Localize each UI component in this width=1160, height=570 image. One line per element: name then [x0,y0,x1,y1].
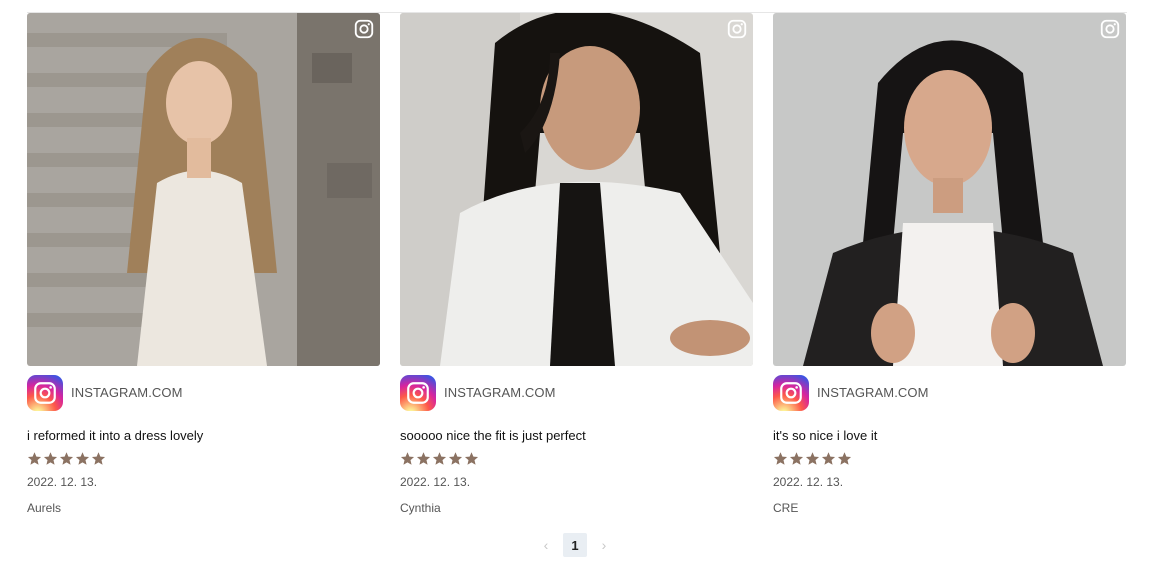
review-photo[interactable] [400,13,753,366]
next-page-chevron-right-icon[interactable]: › [594,533,614,557]
star-icon [837,452,852,465]
star-icon [448,452,463,465]
review-card[interactable]: INSTAGRAM.COM it's so nice i love it 202… [773,13,1126,515]
review-author: Cynthia [400,501,441,515]
star-icon [432,452,447,465]
photo-woman-leather-jacket [773,13,1126,366]
prev-page-chevron-left-icon[interactable]: ‹ [536,533,556,557]
source-label: INSTAGRAM.COM [71,385,183,400]
review-photo[interactable] [27,13,380,366]
source-label: INSTAGRAM.COM [444,385,556,400]
review-caption: it's so nice i love it [773,428,878,443]
source-row: INSTAGRAM.COM [27,374,380,411]
review-caption: i reformed it into a dress lovely [27,428,204,443]
review-card[interactable]: INSTAGRAM.COM sooooo nice the fit is jus… [400,13,753,515]
instagram-icon[interactable] [726,18,748,40]
star-icon [400,452,415,465]
star-icon [27,452,42,465]
instagram-logo-icon [400,374,436,411]
star-icon [91,452,106,465]
review-date: 2022. 12. 13. [27,475,98,489]
review-caption: sooooo nice the fit is just perfect [400,428,586,443]
star-rating [400,451,753,467]
pagination: ‹ 1 › [536,533,614,557]
star-icon [59,452,74,465]
review-card[interactable]: INSTAGRAM.COM i reformed it into a dress… [27,13,380,515]
instagram-logo-icon [773,374,809,411]
star-rating [773,451,1126,467]
page-1-button[interactable]: 1 [563,533,587,557]
review-photo[interactable] [773,13,1126,366]
star-icon [416,452,431,465]
instagram-icon[interactable] [353,18,375,40]
source-label: INSTAGRAM.COM [817,385,929,400]
star-icon [805,452,820,465]
star-icon [43,452,58,465]
star-icon [75,452,90,465]
photo-woman-white-jacket [400,13,753,366]
review-author: Aurels [27,501,62,515]
star-icon [464,452,479,465]
instagram-icon[interactable] [1099,18,1121,40]
review-cards: INSTAGRAM.COM i reformed it into a dress… [27,13,1126,515]
source-row: INSTAGRAM.COM [773,374,1126,411]
star-icon [821,452,836,465]
photo-woman-long-hair [27,13,380,366]
review-date: 2022. 12. 13. [400,475,471,489]
star-icon [789,452,804,465]
star-icon [773,452,788,465]
source-row: INSTAGRAM.COM [400,374,753,411]
star-rating [27,451,380,467]
review-author: CRE [773,501,799,515]
review-date: 2022. 12. 13. [773,475,844,489]
instagram-logo-icon [27,374,63,411]
